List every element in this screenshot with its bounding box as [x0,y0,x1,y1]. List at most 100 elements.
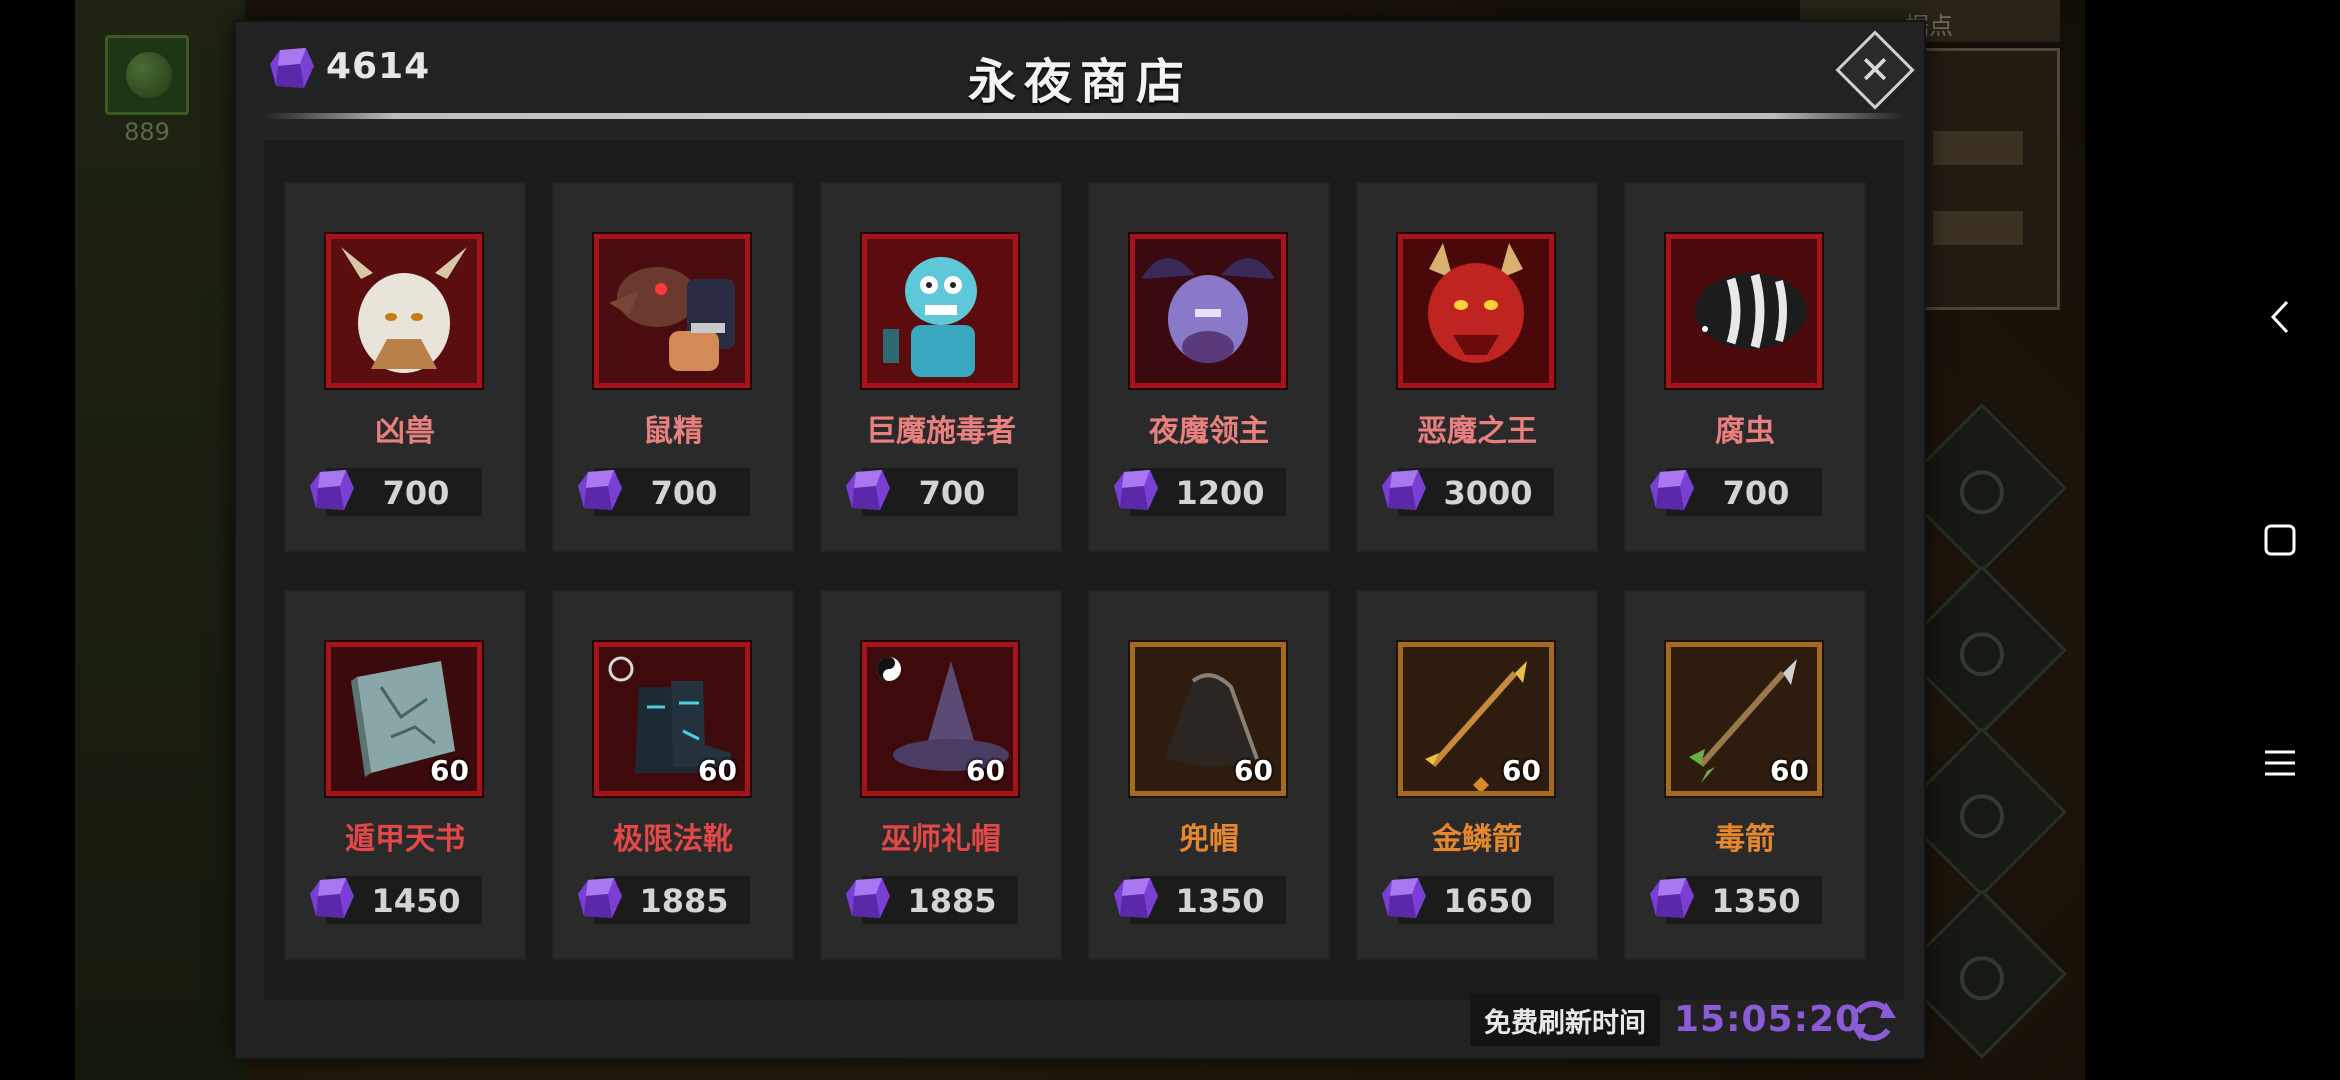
skill-count: 889 [124,118,170,146]
item-icon-frame [1130,234,1286,388]
purple-gem-icon [1650,878,1694,918]
free-refresh-label: 免费刷新时间 [1470,994,1660,1046]
shop-item-demon-king[interactable]: 恶魔之王 3000 [1356,182,1598,552]
shop-header: 4614 永夜商店 ✕ [236,22,1924,122]
item-icon-frame: 60 [1130,642,1286,796]
price-tag: 3000 [1382,468,1554,516]
item-icon-frame: 60 [1666,642,1822,796]
shop-item-gold-scale-arrow[interactable]: 60 金鳞箭 1650 [1356,590,1598,960]
item-name: 夜魔领主 [1149,414,1269,449]
item-price: 3000 [1443,474,1533,512]
purple-gem-icon [846,470,890,510]
item-price: 700 [382,474,450,512]
item-name: 恶魔之王 [1417,414,1537,449]
shop-item-poison-arrow[interactable]: 60 毒箭 1350 [1624,590,1866,960]
item-price: 1200 [1175,474,1265,512]
price-tag: 700 [1650,468,1822,516]
item-name: 鼠精 [643,414,703,449]
leaf-icon [126,52,172,98]
item-level: 60 [1770,754,1809,787]
shop-item-limit-boots[interactable]: 60 极限法靴 1885 [552,590,794,960]
item-price: 1885 [639,882,729,920]
skill-slot[interactable] [105,35,189,115]
price-tag: 1350 [1114,876,1286,924]
purple-gem-icon [310,470,354,510]
refresh-countdown: 15:05:20 [1674,999,1862,1040]
item-name: 极限法靴 [613,822,733,857]
purple-gem-icon [578,878,622,918]
item-name: 巨魔施毒者 [866,414,1016,449]
shop-item-rot-worm[interactable]: 腐虫 700 [1624,182,1866,552]
item-name: 巫师礼帽 [881,822,1001,857]
price-tag: 1350 [1650,876,1822,924]
item-name: 遁甲天书 [345,822,465,857]
minimap-room [1933,211,2023,245]
shop-title: 永夜商店 [967,54,1192,110]
beast-portrait-icon [331,239,477,383]
item-price: 1885 [907,882,997,920]
item-name: 兜帽 [1179,822,1239,857]
refresh-icon [1850,1000,1896,1042]
potion-icon [1960,794,2004,839]
demon-lord-portrait-icon [1135,239,1281,383]
list-icon [1960,956,2004,1001]
price-tag: 1650 [1382,876,1554,924]
item-icon-frame [594,234,750,388]
purple-gem-icon [578,470,622,510]
minimap[interactable] [1920,48,2060,310]
item-price: 1350 [1711,882,1801,920]
price-tag: 1450 [310,876,482,924]
minimap-room [1933,131,2023,165]
shop-item-armor-scripture[interactable]: 60 遁甲天书 1450 [284,590,526,960]
item-price: 700 [918,474,986,512]
shop-item-troll-poisoner[interactable]: 巨魔施毒者 700 [820,182,1062,552]
recents-button[interactable] [2255,738,2305,788]
home-button[interactable] [2255,515,2305,565]
item-level: 60 [1502,754,1541,787]
rat-portrait-icon [599,239,745,383]
price-tag: 1885 [578,876,750,924]
back-button[interactable] [2255,292,2305,342]
item-level: 60 [1234,754,1273,787]
worm-portrait-icon [1671,239,1817,383]
item-name: 凶兽 [375,414,435,449]
item-level: 60 [966,754,1005,787]
item-price: 700 [1722,474,1790,512]
item-icon-frame: 60 [862,642,1018,796]
eternal-night-shop-dialog: 4614 永夜商店 ✕ 凶兽 700 鼠精 700 巨魔施毒者 700 夜魔领主… [236,22,1924,1058]
shop-item-hood[interactable]: 60 兜帽 1350 [1088,590,1330,960]
price-tag: 700 [310,468,482,516]
purple-gem-icon [1114,470,1158,510]
item-level: 60 [698,754,737,787]
menu-icon [2265,750,2295,776]
shop-item-fierce-beast[interactable]: 凶兽 700 [284,182,526,552]
close-icon: ✕ [1859,48,1891,92]
shop-item-night-demon-lord[interactable]: 夜魔领主 1200 [1088,182,1330,552]
refresh-button[interactable] [1846,994,1900,1048]
shop-item-wizard-hat[interactable]: 60 巫师礼帽 1885 [820,590,1062,960]
demon-king-portrait-icon [1403,239,1549,383]
troll-portrait-icon [867,239,1013,383]
scroll-icon [1960,470,2004,515]
item-name: 腐虫 [1715,414,1775,449]
item-name: 金鳞箭 [1432,822,1522,857]
left-skill-panel [75,0,245,1080]
purple-gem-icon [1382,878,1426,918]
item-grid: 凶兽 700 鼠精 700 巨魔施毒者 700 夜魔领主 1200 恶魔之王 3… [264,140,1904,1000]
item-icon-frame [1398,234,1554,388]
purple-gem-icon [310,878,354,918]
price-tag: 700 [578,468,750,516]
item-name: 毒箭 [1715,822,1775,857]
purple-gem-icon [846,878,890,918]
price-tag: 1200 [1114,468,1286,516]
price-tag: 700 [846,468,1018,516]
purple-gem-icon [1650,470,1694,510]
item-price: 1350 [1175,882,1265,920]
square-icon [2264,524,2296,556]
item-price: 700 [650,474,718,512]
item-price: 1450 [371,882,461,920]
item-level: 60 [430,754,469,787]
back-icon [2270,300,2289,334]
item-icon-frame [1666,234,1822,388]
shop-item-rat-spirit[interactable]: 鼠精 700 [552,182,794,552]
